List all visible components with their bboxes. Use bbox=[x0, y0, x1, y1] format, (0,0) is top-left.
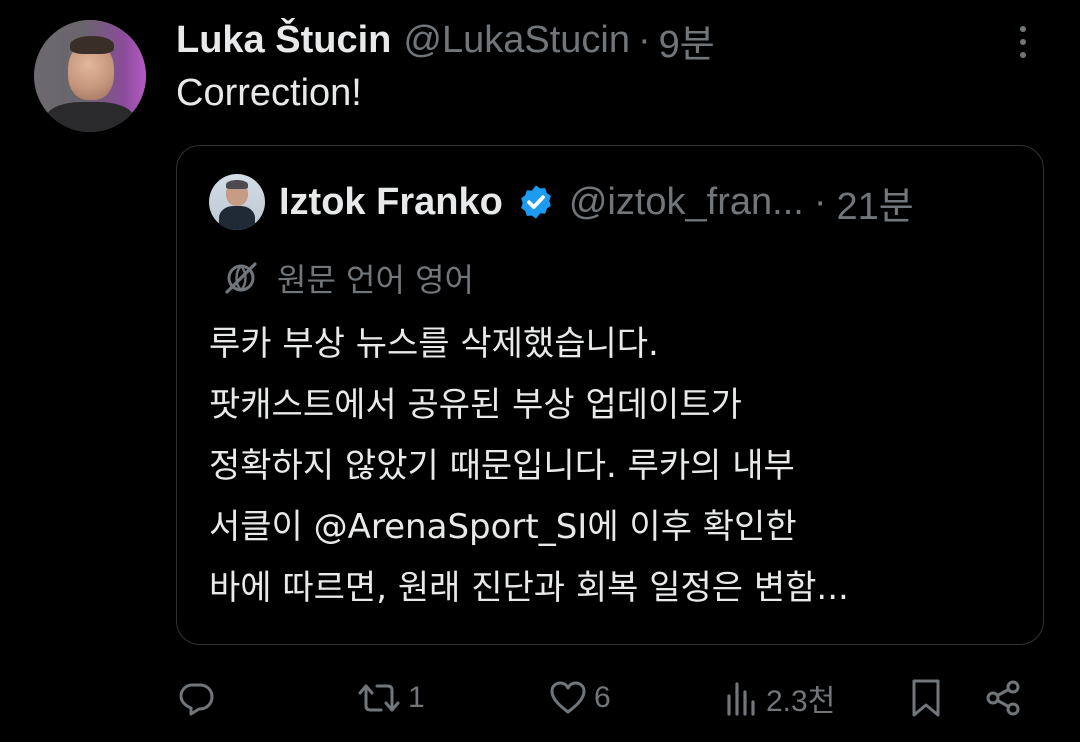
tweet[interactable]: Luka Štucin @LukaStucin · 9분 Correction!… bbox=[0, 0, 1080, 742]
avatar-hair bbox=[70, 36, 114, 54]
more-dot bbox=[1020, 52, 1026, 58]
user-handle[interactable]: @LukaStucin bbox=[403, 19, 630, 62]
quote-body-line: 팟캐스트에서 공유된 부상 업데이트가 bbox=[209, 385, 742, 425]
quote-avatar-body bbox=[219, 206, 255, 230]
quote-body-line: 서클이 @ArenaSport_SI에 이후 확인한 bbox=[209, 507, 797, 547]
bookmark-icon bbox=[908, 677, 944, 719]
share-icon bbox=[984, 678, 1024, 718]
globe-slash-icon bbox=[221, 258, 261, 298]
more-dot bbox=[1020, 26, 1026, 32]
quote-separator-dot: · bbox=[813, 180, 827, 223]
reply-icon bbox=[176, 678, 216, 718]
like-count: 6 bbox=[594, 681, 611, 714]
quote-body-text: 루카 부상 뉴스를 삭제했습니다. 팟캐스트에서 공유된 부상 업데이트가 정확… bbox=[209, 314, 849, 619]
views-bar-chart-icon bbox=[724, 678, 760, 718]
quote-tweet-card[interactable]: Iztok Franko @iztok_fran... · 21분 원문 언어 … bbox=[176, 145, 1044, 645]
more-vertical-icon[interactable] bbox=[1008, 22, 1038, 62]
quote-body-line: 바에 따르면, 원래 진단과 회복 일정은 변함... bbox=[209, 568, 849, 608]
tweet-header: Luka Štucin @LukaStucin · 9분 bbox=[176, 14, 715, 66]
share-button[interactable] bbox=[984, 668, 1024, 728]
more-dot bbox=[1020, 39, 1026, 45]
action-bar: 1 6 2.3천 bbox=[0, 668, 1080, 728]
separator-dot: · bbox=[637, 18, 651, 61]
quote-avatar[interactable] bbox=[209, 174, 265, 230]
quote-header: Iztok Franko @iztok_fran... · 21분 bbox=[279, 176, 914, 228]
quote-user-handle[interactable]: @iztok_fran... bbox=[569, 181, 804, 224]
display-name[interactable]: Luka Štucin bbox=[176, 19, 391, 62]
avatar-shirt bbox=[46, 102, 134, 132]
bookmark-button[interactable] bbox=[908, 668, 944, 728]
quote-body-line: 루카 부상 뉴스를 삭제했습니다. bbox=[209, 324, 659, 364]
avatar[interactable] bbox=[34, 20, 146, 132]
heart-icon bbox=[548, 678, 588, 718]
timestamp[interactable]: 9분 bbox=[659, 13, 715, 68]
like-button[interactable]: 6 bbox=[548, 668, 611, 728]
tweet-text: Correction! bbox=[176, 72, 362, 114]
reply-button[interactable] bbox=[176, 668, 222, 728]
quote-body-line: 정확하지 않았기 때문입니다. 루카의 내부 bbox=[209, 446, 795, 486]
verified-badge-icon bbox=[517, 183, 555, 221]
retweet-icon bbox=[356, 678, 402, 718]
translation-notice[interactable]: 원문 언어 영어 bbox=[221, 256, 474, 300]
views-button[interactable]: 2.3천 bbox=[724, 668, 835, 728]
translation-label: 원문 언어 영어 bbox=[277, 261, 474, 299]
quote-timestamp[interactable]: 21분 bbox=[836, 175, 913, 230]
quote-avatar-hair bbox=[226, 180, 248, 189]
quote-display-name[interactable]: Iztok Franko bbox=[279, 181, 503, 224]
retweet-count: 1 bbox=[408, 681, 425, 714]
retweet-button[interactable]: 1 bbox=[356, 668, 425, 728]
views-count: 2.3천 bbox=[766, 685, 836, 718]
